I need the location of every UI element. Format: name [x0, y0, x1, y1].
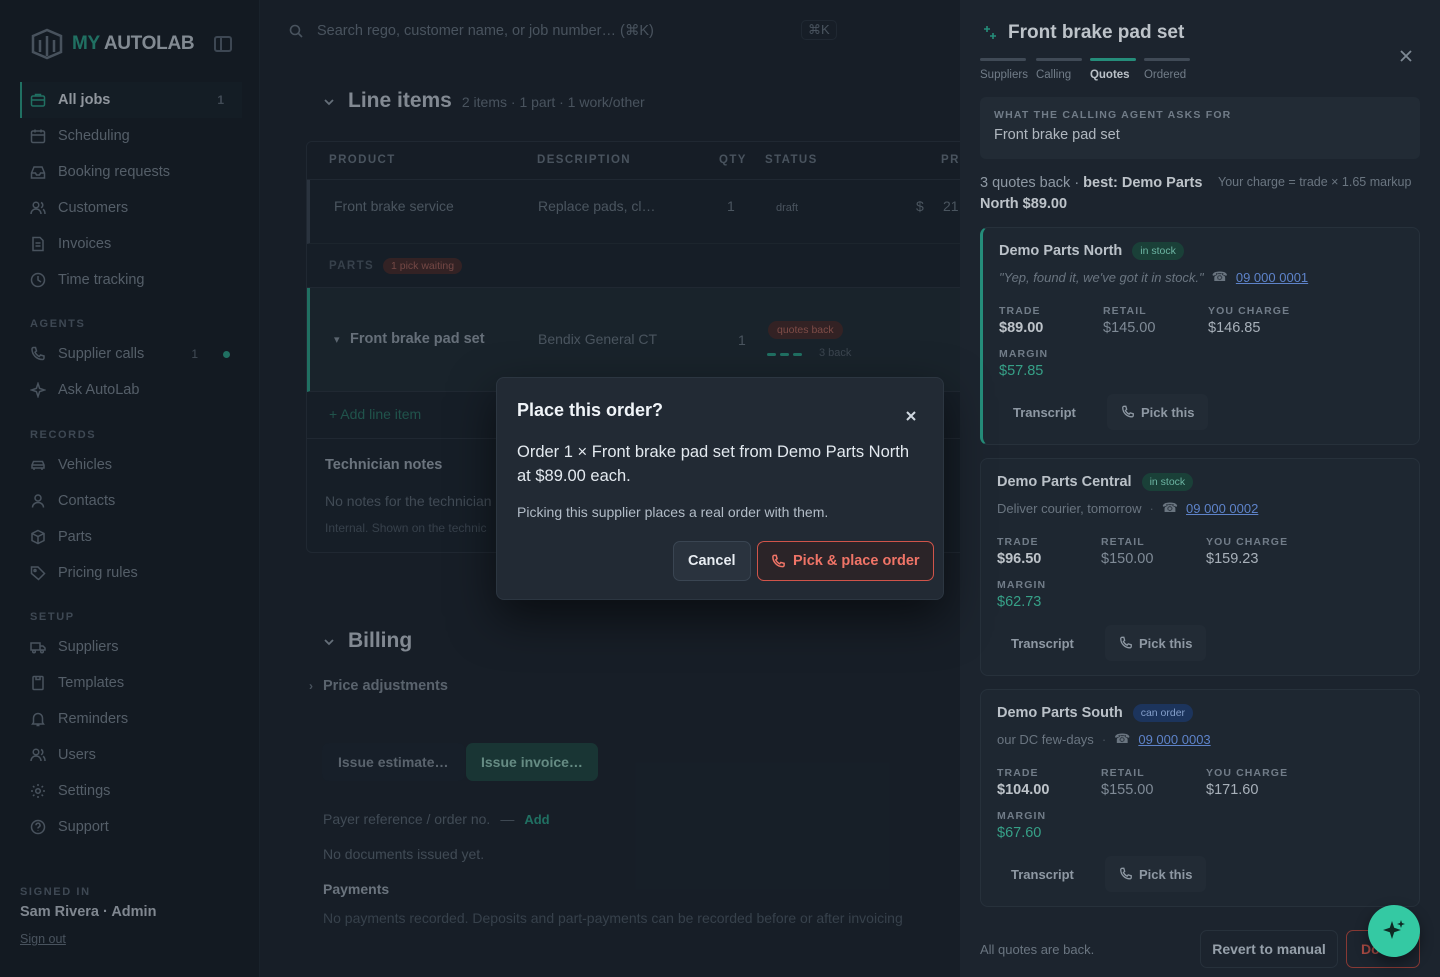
dialog-title: Place this order? [517, 400, 664, 420]
pick-and-place-order-label: Pick & place order [793, 553, 920, 569]
panel-backdrop [960, 0, 1440, 977]
cancel-button[interactable]: Cancel [673, 541, 751, 581]
pick-and-place-order-button[interactable]: Pick & place order [757, 541, 934, 581]
dialog-note: Picking this supplier places a real orde… [517, 504, 829, 520]
sparkle-icon [1383, 920, 1405, 939]
ask-autolab-fab[interactable] [1368, 905, 1420, 957]
dialog-message: Order 1 × Front brake pad set from Demo … [517, 443, 910, 485]
place-order-dialog: Place this order? Order 1 × Front brake … [496, 377, 944, 600]
close-icon[interactable] [903, 408, 919, 424]
phone-icon [772, 554, 785, 567]
